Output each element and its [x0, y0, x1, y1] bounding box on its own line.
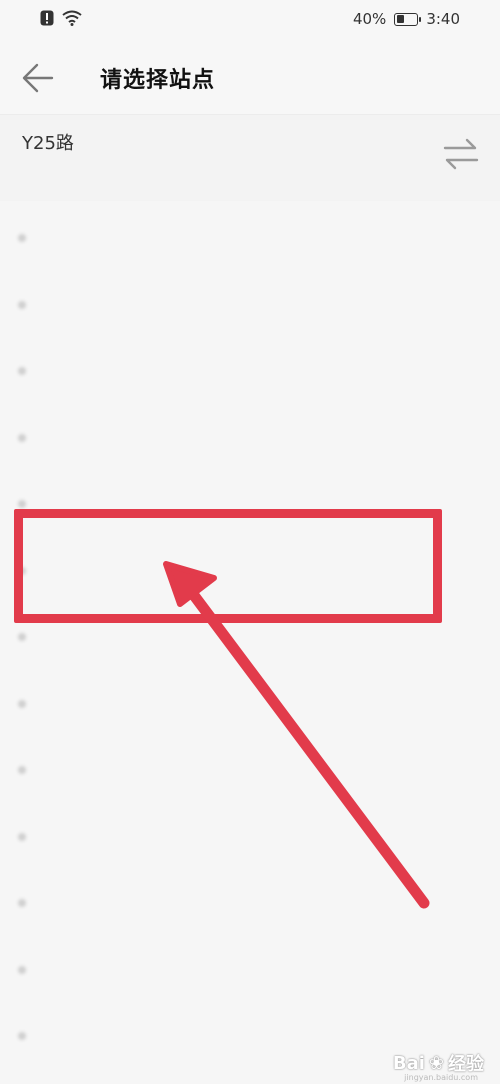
stop-list-item[interactable]: [0, 937, 500, 1004]
battery-icon: [394, 12, 422, 26]
swap-direction-button[interactable]: [442, 137, 480, 171]
route-name: Y25路: [22, 133, 74, 154]
route-card: Y25路: [0, 115, 500, 201]
stop-dot-icon: [18, 300, 26, 309]
swap-direction-icon: [443, 138, 479, 170]
header: 请选择站点: [0, 40, 500, 115]
stop-dot-icon: [18, 965, 26, 974]
back-button[interactable]: [20, 60, 56, 96]
stop-list-item[interactable]: [0, 405, 500, 472]
stop-list-item[interactable]: [0, 272, 500, 339]
wifi-icon: [62, 10, 82, 26]
back-arrow-icon: [22, 63, 54, 93]
watermark-brand: Bai: [392, 1052, 425, 1074]
stop-dot-icon: [18, 633, 26, 642]
stop-list-item[interactable]: [0, 804, 500, 871]
stop-dot-icon: [18, 899, 26, 908]
stop-dot-icon: [18, 832, 26, 841]
stop-dot-icon: [18, 433, 26, 442]
status-bar: 40% 3:40: [0, 0, 500, 40]
watermark-url: jingyan.baidu.com: [404, 1073, 478, 1082]
alert-notification-icon: [40, 10, 54, 26]
stop-dot-icon: [18, 234, 26, 243]
highlight-annotation-box: [14, 509, 442, 623]
status-right: 40% 3:40: [353, 10, 460, 28]
stop-list-item[interactable]: [0, 671, 500, 738]
stop-list: [0, 205, 500, 1070]
stop-dot-icon: [18, 500, 26, 509]
paw-logo-icon: ❀: [428, 1052, 444, 1074]
stop-dot-icon: [18, 766, 26, 775]
page-title: 请选择站点: [100, 68, 216, 93]
status-left-icons: [40, 10, 82, 26]
stop-list-item[interactable]: [0, 205, 500, 272]
clock-time: 3:40: [426, 10, 460, 28]
stop-list-item[interactable]: [0, 737, 500, 804]
stop-list-item[interactable]: [0, 870, 500, 937]
stop-dot-icon: [18, 1032, 26, 1041]
stop-dot-icon: [18, 699, 26, 708]
stop-list-item[interactable]: [0, 338, 500, 405]
stop-dot-icon: [18, 367, 26, 376]
battery-percent: 40%: [352, 10, 387, 28]
